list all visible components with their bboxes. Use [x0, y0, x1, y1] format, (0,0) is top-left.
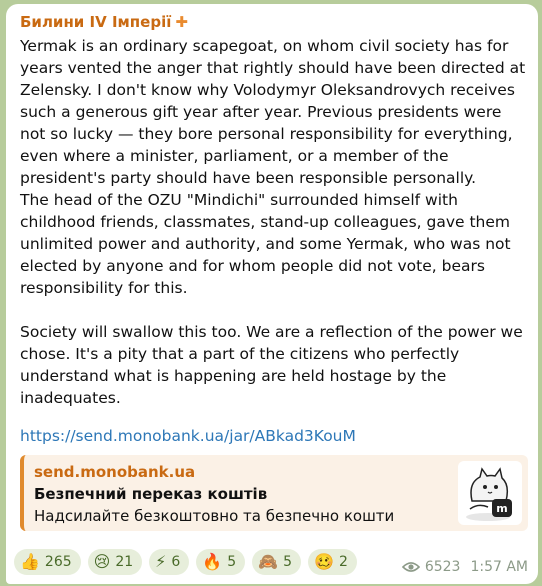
reaction-count: 6 [171, 554, 181, 570]
reactions-bar: 👍 265 😢 21 ⚡ 6 🔥 5 🙈 5 🥴 2 [14, 549, 357, 575]
message-time: 1:57 AM [470, 559, 528, 575]
cat-jar-icon: m [466, 467, 512, 521]
preview-title: Безпечний переказ коштів [34, 485, 268, 503]
woozy-face-icon: 🥴 [314, 552, 334, 571]
message-paragraph-3: Society will swallow this too. We are a … [20, 323, 523, 407]
see-no-evil-monkey-icon: 🙈 [258, 552, 279, 571]
donation-link[interactable]: https://send.monobank.ua/jar/ABkad3KouM [20, 425, 526, 447]
crying-face-icon: 😢 [93, 552, 111, 571]
message-text: Yermak is an ordinary scapegoat, on whom… [20, 35, 526, 409]
jar-letter: m [496, 502, 507, 515]
reaction-count: 21 [115, 554, 134, 570]
reaction-count: 265 [44, 554, 72, 570]
reaction-count: 5 [227, 554, 237, 570]
lightning-icon: ⚡ [155, 552, 167, 571]
message-paragraph-2: The head of the OZU "Mindichi" surrounde… [20, 191, 511, 297]
preview-site-name: send.monobank.ua [34, 463, 196, 481]
preview-thumbnail[interactable]: m [458, 461, 522, 525]
reaction-fire[interactable]: 🔥 5 [196, 549, 246, 575]
eye-icon [401, 561, 420, 573]
view-count: 6523 [424, 559, 461, 575]
preview-description: Надсилайте безкоштовно та безпечно кошти [34, 507, 395, 525]
channel-name[interactable]: Билини IV Імперії ✚ [20, 12, 526, 34]
reaction-lightning[interactable]: ⚡ 6 [149, 549, 190, 575]
channel-name-text: Билини IV Імперії [20, 13, 172, 31]
fire-icon: 🔥 [202, 552, 223, 571]
message-bubble: Билини IV Імперії ✚ Yermak is an ordinary… [6, 4, 538, 584]
reaction-count: 5 [283, 554, 293, 570]
channel-cross-icon: ✚ [175, 13, 188, 31]
reaction-thumbs-up[interactable]: 👍 265 [14, 549, 81, 575]
reaction-see-no-evil[interactable]: 🙈 5 [252, 549, 302, 575]
reaction-woozy[interactable]: 🥴 2 [308, 549, 357, 575]
link-preview[interactable]: send.monobank.ua Безпечний переказ кошті… [20, 455, 528, 531]
message-paragraph-1: Yermak is an ordinary scapegoat, on whom… [20, 37, 526, 187]
reaction-crying[interactable]: 😢 21 [87, 549, 143, 575]
thumbs-up-icon: 👍 [20, 552, 40, 571]
reaction-count: 2 [338, 554, 348, 570]
message-meta: 6523 1:57 AM [401, 559, 528, 575]
